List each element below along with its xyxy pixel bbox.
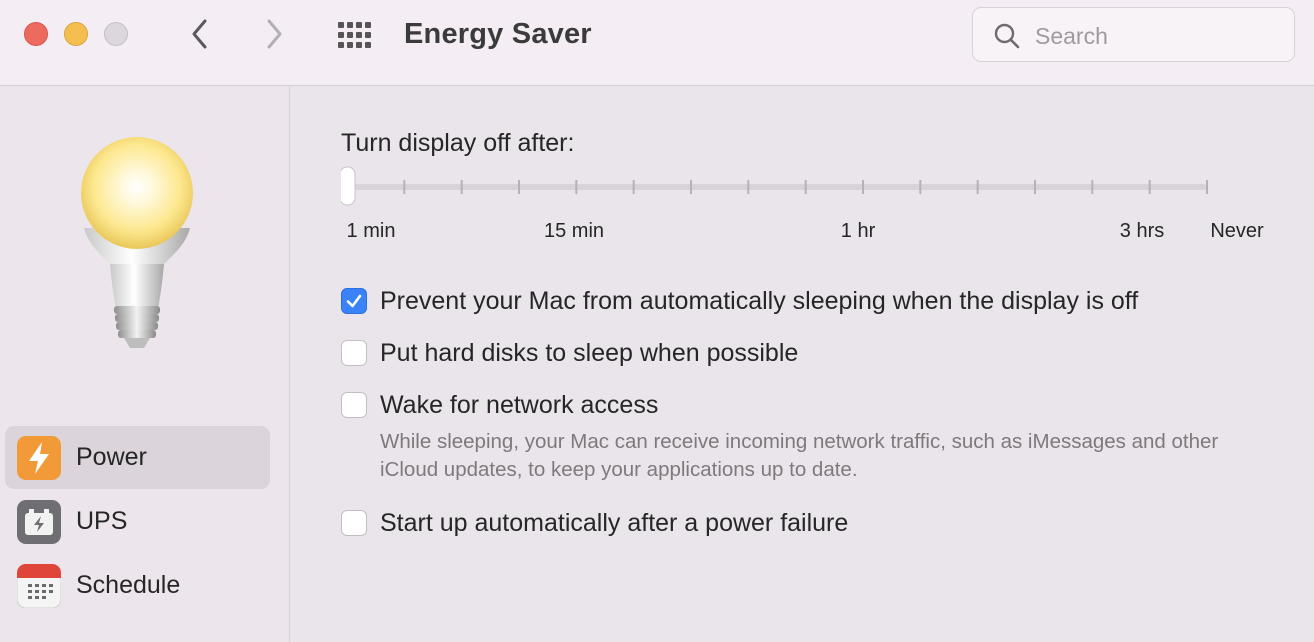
wake-network-label: Wake for network access	[380, 390, 659, 419]
hard-disk-sleep-label: Put hard disks to sleep when possible	[380, 338, 799, 367]
window-title: Energy Saver	[404, 18, 592, 50]
tick-label-1-min: 1 min	[346, 220, 396, 242]
display-off-label: Turn display off after:	[341, 129, 575, 157]
slider-tick	[1148, 180, 1151, 194]
close-window-button[interactable]	[24, 22, 48, 46]
sidebar-item-schedule[interactable]: Schedule	[5, 554, 270, 617]
slider-tick	[518, 180, 520, 194]
slider-tick	[804, 180, 807, 194]
back-button[interactable]	[180, 14, 220, 54]
slider-tick	[460, 180, 463, 194]
display-sleep-slider[interactable]	[341, 165, 1213, 209]
prevent-sleep-checkbox[interactable]	[341, 288, 367, 314]
slider-tick	[747, 180, 750, 194]
search-input[interactable]	[1033, 16, 1277, 56]
sidebar-item-label: Schedule	[76, 571, 181, 599]
wake-network-checkbox[interactable]	[341, 392, 367, 418]
power-icon	[17, 435, 61, 480]
sidebar-item-label: Power	[76, 443, 147, 471]
slider-tick	[403, 180, 406, 194]
prevent-sleep-option[interactable]: Prevent your Mac from automatically slee…	[341, 286, 1138, 316]
sidebar-item-ups[interactable]: UPS	[5, 490, 270, 553]
slider-tick	[632, 180, 635, 194]
wake-network-option[interactable]: Wake for network access	[341, 390, 658, 420]
calendar-icon	[17, 563, 61, 608]
tick-label-never: Never	[1210, 220, 1264, 242]
chevron-right-icon	[267, 19, 282, 49]
ups-icon	[17, 499, 61, 544]
startup-after-power-failure-checkbox[interactable]	[341, 510, 367, 536]
show-all-preferences-button[interactable]	[334, 18, 378, 52]
search-field[interactable]	[972, 7, 1295, 62]
main-panel: Turn display off after: 1 min 15 min 1 h…	[291, 87, 1314, 642]
light-bulb-icon	[81, 137, 193, 348]
wake-network-help-text: While sleeping, your Mac can receive inc…	[380, 430, 1219, 481]
slider-tick	[1091, 180, 1094, 194]
checkmark-icon	[346, 294, 362, 308]
slider-thumb[interactable]	[341, 166, 356, 206]
slider-tick	[862, 180, 864, 194]
chevron-left-icon	[192, 19, 207, 49]
slider-tick	[690, 180, 692, 194]
hard-disk-sleep-option[interactable]: Put hard disks to sleep when possible	[341, 338, 798, 368]
sidebar-item-power[interactable]: Power	[5, 426, 270, 489]
slider-tick	[575, 180, 578, 194]
grid-icon	[338, 22, 371, 48]
search-icon	[994, 23, 1020, 49]
hard-disk-sleep-checkbox[interactable]	[341, 340, 367, 366]
minimize-window-button[interactable]	[64, 22, 88, 46]
title-bar: Energy Saver	[0, 0, 1314, 86]
slider-tick	[1206, 180, 1208, 194]
prevent-sleep-label: Prevent your Mac from automatically slee…	[380, 286, 1139, 315]
forward-button[interactable]	[254, 14, 294, 54]
slider-tick	[976, 180, 979, 194]
tick-label-15-min: 15 min	[543, 220, 605, 242]
sidebar-item-label: UPS	[76, 507, 128, 535]
zoom-window-button[interactable]	[104, 22, 128, 46]
tick-label-3-hrs: 3 hrs	[1119, 220, 1165, 242]
tick-label-1-hr: 1 hr	[840, 220, 876, 242]
slider-tick	[1034, 180, 1036, 194]
sidebar: Power UPS Schedule	[0, 86, 290, 642]
startup-after-power-failure-option[interactable]: Start up automatically after a power fai…	[341, 508, 848, 538]
startup-after-power-failure-label: Start up automatically after a power fai…	[380, 508, 849, 537]
slider-tick	[919, 180, 922, 194]
